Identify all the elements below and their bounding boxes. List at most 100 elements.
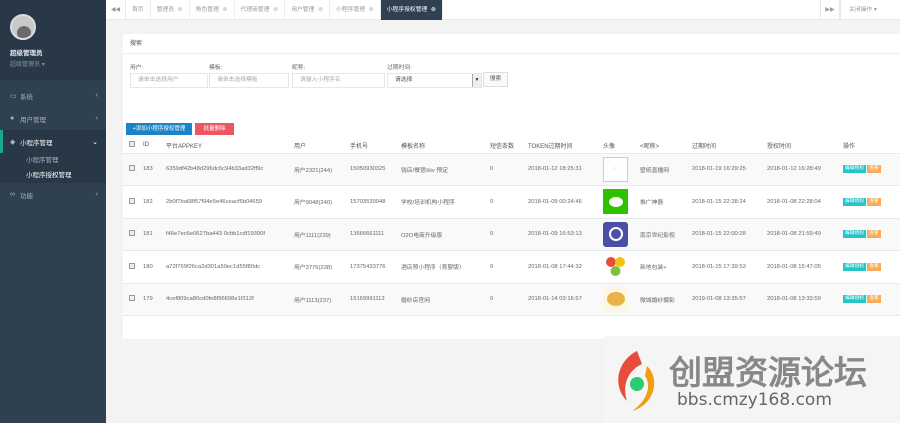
edit-auth-button[interactable]: 编辑授权	[843, 197, 867, 206]
expire-select[interactable]: 请选择 ▼	[387, 73, 482, 88]
wedding-logo-icon	[606, 292, 625, 307]
cell-sms: 0	[490, 185, 528, 219]
user-label: 用户:	[130, 65, 144, 71]
profile-role-dropdown[interactable]: 超级管理员 ▾	[10, 59, 106, 68]
search-title: 搜索	[123, 34, 900, 54]
add-auth-button[interactable]: +添加小程序授权管理	[126, 123, 192, 135]
tab-miniprogram[interactable]: 小程序管理 ⊗	[330, 0, 381, 20]
avatar[interactable]	[10, 14, 36, 40]
cell-appkey: 2b0f7ba68f57f94e5e46ceacf6b04659	[166, 185, 294, 219]
select-all-checkbox[interactable]	[129, 141, 135, 148]
caret-down-icon: ▾	[873, 7, 877, 13]
view-button[interactable]: 查看	[867, 165, 881, 174]
expire-value: 请选择	[395, 77, 413, 83]
tab-roles[interactable]: 角色管理 ⊗	[190, 0, 235, 20]
tab-scroll-left-icon[interactable]: ◀◀	[106, 0, 126, 20]
cell-appkey: a72f769f26ca2d301a50ec1d55f80dc	[166, 250, 294, 284]
cell-nickname: 推广神器	[640, 185, 692, 219]
sidebar: 超级管理员 超级管理员 ▾ ▭ 系统 ‹ ● 用户管理 ‹ ◆ 小程序管理 ⌄ …	[0, 0, 106, 423]
cell-nickname: 南京世纪影视	[640, 218, 692, 251]
col-auth: 授权时间	[767, 138, 843, 154]
row-checkbox[interactable]	[129, 165, 135, 172]
cell-template: O2O电商升级版	[401, 218, 490, 251]
batch-delete-button[interactable]: 批量删除	[195, 123, 234, 135]
user-input[interactable]: 请单击选择用户	[130, 73, 208, 88]
close-icon[interactable]: ⊗	[178, 7, 183, 13]
tab-label: 小程序授权管理	[386, 6, 428, 13]
tab-bar: ◀◀ 首页 管理员 ⊗ 角色管理 ⊗ 代理商管理 ⊗ 用户管理 ⊗ 小程序管理 …	[106, 0, 900, 20]
auth-table: ID 平台APPKEY 用户 手机号 模板名称 短信条数 TOKEN过期时间 头…	[123, 138, 900, 316]
nav-item-users[interactable]: ● 用户管理 ‹	[0, 107, 106, 130]
avatar-thumb	[603, 189, 628, 215]
table-row: 183 6359df42b48d296dc6c94b33ad32ff9c 用户2…	[123, 153, 900, 186]
cell-expire: 2018-01-19 16:29:25	[692, 153, 767, 186]
view-button[interactable]: 查看	[867, 197, 881, 206]
search-button[interactable]: 搜索	[483, 72, 508, 87]
cell-auth: 2018-01-08 21:59:49	[767, 218, 843, 251]
submenu-item-auth[interactable]: 小程序授权管理	[0, 168, 106, 183]
nav-item-system[interactable]: ▭ 系统 ‹	[0, 84, 106, 107]
row-checkbox[interactable]	[129, 295, 135, 302]
edit-auth-button[interactable]: 编辑授权	[843, 165, 867, 174]
nav-item-function[interactable]: ∞ 功能 ‹	[0, 183, 106, 206]
col-avatar: 头像	[603, 138, 640, 154]
edit-auth-button[interactable]: 编辑授权	[843, 262, 867, 271]
view-button[interactable]: 查看	[867, 262, 881, 271]
view-button[interactable]: 查看	[867, 230, 881, 239]
close-icon[interactable]: ⊗	[273, 7, 278, 13]
submenu: 小程序管理 小程序授权管理	[0, 153, 106, 183]
close-icon[interactable]: ⊗	[431, 7, 436, 13]
cell-id: 183	[143, 153, 166, 186]
link-icon: ∞	[10, 191, 15, 198]
user-field: 用户: 请单击选择用户	[130, 62, 208, 88]
cell-template: 婚纱店官网	[401, 283, 490, 316]
cell-id: 180	[143, 250, 166, 284]
cell-expire: 2018-01-15 22:28:24	[692, 185, 767, 219]
view-button[interactable]: 查看	[867, 295, 881, 304]
tab-scroll-right-icon[interactable]: ▶▶	[820, 0, 840, 20]
template-input[interactable]: 请单击选择模板	[209, 73, 289, 88]
chevron-left-icon: ‹	[95, 115, 98, 122]
tab-users[interactable]: 用户管理 ⊗	[285, 0, 331, 20]
row-checkbox[interactable]	[129, 262, 135, 269]
submenu-item-miniprogram[interactable]: 小程序管理	[0, 153, 106, 168]
cell-expire: 2019-01-08 13:35:57	[692, 283, 767, 316]
broken-image-icon: ▫	[614, 166, 617, 173]
cell-token-expire: 2018-01-12 18:25:31	[528, 153, 603, 186]
close-icon[interactable]: ⊗	[223, 7, 228, 13]
edit-auth-button[interactable]: 编辑授权	[843, 230, 867, 239]
profile: 超级管理员 超级管理员 ▾	[0, 0, 106, 80]
expire-field: 过期时间: 请选择 ▼	[387, 62, 482, 88]
close-icon[interactable]: ⊗	[318, 7, 323, 13]
tab-admin[interactable]: 管理员 ⊗	[151, 0, 190, 20]
avatar-thumb	[603, 286, 628, 312]
table-row: 180 a72f769f26ca2d301a50ec1d55f80dc 用户37…	[123, 250, 900, 284]
cell-user: 用户1113(237)	[294, 283, 350, 316]
user-icon: ●	[10, 115, 15, 122]
cell-phone: 15050930325	[350, 153, 401, 186]
tab-agents[interactable]: 代理商管理 ⊗	[235, 0, 286, 20]
col-user: 用户	[294, 138, 350, 154]
cell-auth: 2018-01-12 16:28:49	[767, 153, 843, 186]
tab-miniprogram-auth[interactable]: 小程序授权管理 ⊗	[380, 0, 443, 20]
close-operations-dropdown[interactable]: 关闭操作 ▾	[840, 0, 900, 20]
cell-expire: 2018-01-15 22:00:28	[692, 218, 767, 251]
cell-nickname: 新地包装+	[640, 250, 692, 284]
watermark: 创盟资源论坛 bbs.cmzy168.com	[605, 336, 900, 423]
avatar-thumb	[603, 221, 628, 247]
col-actions: 操作	[843, 138, 900, 154]
row-checkbox[interactable]	[129, 230, 135, 237]
edit-auth-button[interactable]: 编辑授权	[843, 295, 867, 304]
cell-auth: 2018-01-08 15:47:05	[767, 250, 843, 284]
caret-down-icon: ▾	[41, 62, 45, 68]
col-token-expire: TOKEN过期时间	[528, 138, 603, 154]
nav-item-miniprogram[interactable]: ◆ 小程序管理 ⌄	[0, 130, 106, 153]
close-icon[interactable]: ⊗	[369, 7, 374, 13]
name-input[interactable]: 请输入小程序名	[292, 73, 385, 88]
cell-sms: 0	[490, 218, 528, 251]
tab-home[interactable]: 首页	[126, 0, 151, 20]
row-checkbox[interactable]	[129, 197, 135, 204]
tab-label: 角色管理	[195, 6, 219, 13]
profile-role: 超级管理员	[10, 62, 41, 68]
table-row: 179 4cef809ca80cd0fe8f96698e1f312f 用户111…	[123, 283, 900, 316]
